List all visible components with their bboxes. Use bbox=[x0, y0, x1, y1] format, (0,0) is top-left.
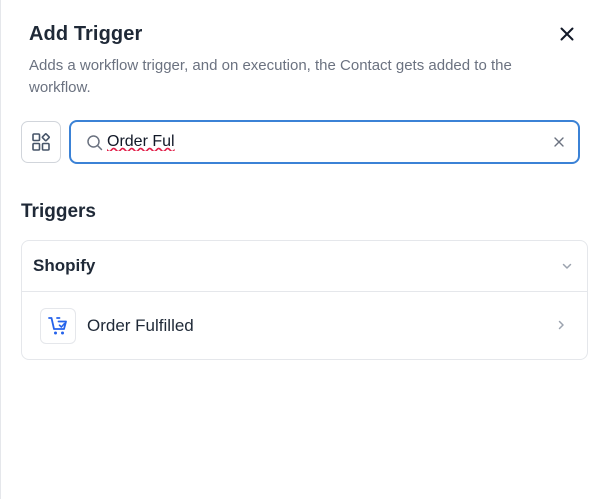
search-input[interactable] bbox=[107, 130, 547, 154]
cart-icon bbox=[48, 317, 67, 335]
dialog-title: Add Trigger bbox=[29, 23, 143, 45]
trigger-item-icon-box bbox=[40, 308, 76, 344]
trigger-group-header[interactable]: Shopify bbox=[22, 241, 587, 292]
search-field bbox=[69, 120, 580, 164]
close-button[interactable] bbox=[553, 20, 581, 48]
chevron-right-icon bbox=[558, 320, 564, 330]
chevron-down-icon bbox=[562, 263, 572, 269]
trigger-item-order-fulfilled[interactable]: Order Fulfilled bbox=[22, 292, 587, 359]
close-icon bbox=[560, 27, 574, 41]
clear-search-button[interactable] bbox=[550, 133, 568, 151]
view-toggle-button[interactable] bbox=[21, 121, 61, 163]
dialog-subtitle: Adds a workflow trigger, and on executio… bbox=[29, 57, 512, 96]
add-trigger-panel: Add Trigger Adds a workflow trigger, and… bbox=[0, 0, 592, 499]
trigger-item-label: Order Fulfilled bbox=[87, 316, 194, 335]
triggers-section-title: Triggers bbox=[21, 201, 96, 222]
trigger-group-shopify: Shopify Order Fulfilled bbox=[21, 240, 588, 360]
trigger-group-label: Shopify bbox=[33, 256, 96, 275]
grid-shapes-icon bbox=[32, 133, 50, 151]
search-icon bbox=[87, 135, 103, 151]
clear-icon bbox=[554, 137, 564, 147]
